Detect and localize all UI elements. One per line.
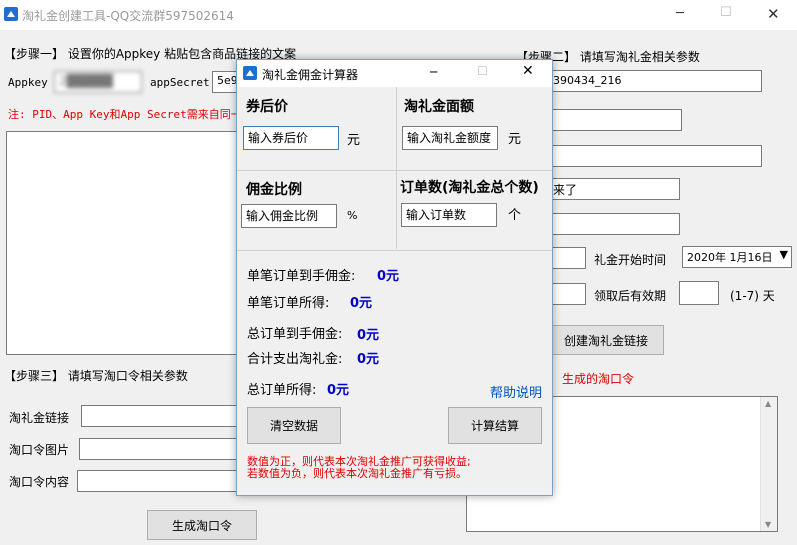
image-input[interactable] [79,438,239,460]
chevron-down-icon[interactable]: ▼ [780,248,788,261]
orders-label: 订单数(淘礼金总个数) [400,180,539,196]
total-spend-value: 0元 [357,352,380,367]
generate-token-button[interactable]: 生成淘口令 [147,510,257,540]
content-label: 淘口令内容 [9,475,70,489]
param-input-3[interactable] [548,213,680,235]
step1-note: 注: PID、App Key和App Secret需来自同一 [8,108,242,121]
dialog-icon [243,66,257,80]
param-input-2[interactable] [548,145,762,167]
price-placeholder: 输入券后价 [248,131,309,145]
price-unit: 元 [347,133,361,148]
divider [396,87,397,249]
appkey-label: Appkey [8,76,48,89]
rate-unit: % [347,209,358,222]
amount-unit: 元 [508,132,522,147]
calculator-dialog: 淘礼金佣金计算器 ─ ☐ ✕ 券后价 输入券后价 元 淘礼金面额 输入淘礼金额度… [236,59,553,496]
start-time-label: 礼金开始时间 [594,253,667,267]
single-commission-value: 0元 [377,269,400,284]
param-input-5[interactable] [548,283,586,305]
start-time-picker[interactable]: 2020年 1月16日 ▼ [682,246,792,268]
divider [237,250,552,251]
total-income-value: 0元 [327,383,350,398]
window-title: 淘礼金创建工具-QQ交流群597502614 [22,9,234,23]
total-commission-label: 总订单到手佣金: [247,327,343,342]
amount-label: 淘礼金面额 [404,99,474,115]
param-input-4[interactable] [548,247,586,269]
name-value: 来了 [553,183,578,197]
valid-days-input[interactable] [679,281,719,305]
pid-value: 390434_216 [553,74,622,87]
dialog-maximize-icon[interactable]: ☐ [477,64,488,78]
valid-hint: (1-7) 天 [730,289,775,303]
rate-input[interactable]: 输入佣金比例 [241,204,337,228]
rate-label: 佣金比例 [246,182,302,198]
single-income-label: 单笔订单所得: [247,296,330,311]
start-time-value: 2020年 1月16日 [687,251,773,264]
app-icon [4,7,18,21]
amount-input[interactable]: 输入淘礼金额度 [402,126,498,150]
pid-input[interactable]: 390434_216 [548,70,762,92]
appsecret-label: appSecret [150,76,210,89]
step3-title: 【步骤三】 请填写淘口令相关参数 [4,369,188,383]
price-input[interactable]: 输入券后价 [243,126,339,150]
name-input[interactable]: 来了 [548,178,680,200]
image-label: 淘口令图片 [9,443,70,457]
scroll-up-icon[interactable]: ▲ [765,399,771,408]
price-label: 券后价 [246,99,288,115]
minimize-icon[interactable]: ─ [676,6,684,21]
generated-label: 生成的淘口令 [562,372,635,386]
link-input[interactable] [81,405,239,427]
help-link[interactable]: 帮助说明 [490,382,542,401]
create-link-button[interactable]: 创建淘礼金链接 [548,325,664,355]
calculate-button[interactable]: 计算结算 [448,407,542,444]
clear-data-button[interactable]: 清空数据 [247,407,341,444]
orders-placeholder: 输入订单数 [406,208,467,222]
scroll-down-icon[interactable]: ▼ [765,520,771,529]
amount-placeholder: 输入淘礼金额度 [407,131,492,145]
appkey-input[interactable]: 2█████ [54,71,142,93]
total-commission-value: 0元 [357,328,380,343]
valid-label: 领取后有效期 [594,289,667,303]
copy-text-area[interactable] [6,131,238,355]
param-input-1[interactable] [548,109,682,131]
vertical-scrollbar[interactable]: ▲ ▼ [760,397,777,531]
close-icon[interactable]: ✕ [767,5,780,23]
link-label: 淘礼金链接 [9,411,70,425]
divider [237,170,552,171]
rate-placeholder: 输入佣金比例 [246,209,319,223]
orders-input[interactable]: 输入订单数 [401,203,497,227]
total-spend-label: 合计支出淘礼金: [247,352,343,367]
main-titlebar: 淘礼金创建工具-QQ交流群597502614 ─ ☐ ✕ [0,0,797,30]
single-commission-label: 单笔订单到手佣金: [247,269,356,284]
dialog-minimize-icon[interactable]: ─ [430,65,437,79]
total-income-label: 总订单所得: [247,383,317,398]
dialog-title: 淘礼金佣金计算器 [262,68,359,82]
maximize-icon[interactable]: ☐ [720,5,732,20]
orders-unit: 个 [508,208,522,223]
single-income-value: 0元 [350,296,373,311]
note-line-2: 若数值为负，则代表本次淘礼金推广有亏损。 [247,467,467,480]
dialog-close-icon[interactable]: ✕ [522,63,534,79]
content-input[interactable] [77,470,239,492]
dialog-titlebar: 淘礼金佣金计算器 ─ ☐ ✕ [237,60,552,87]
